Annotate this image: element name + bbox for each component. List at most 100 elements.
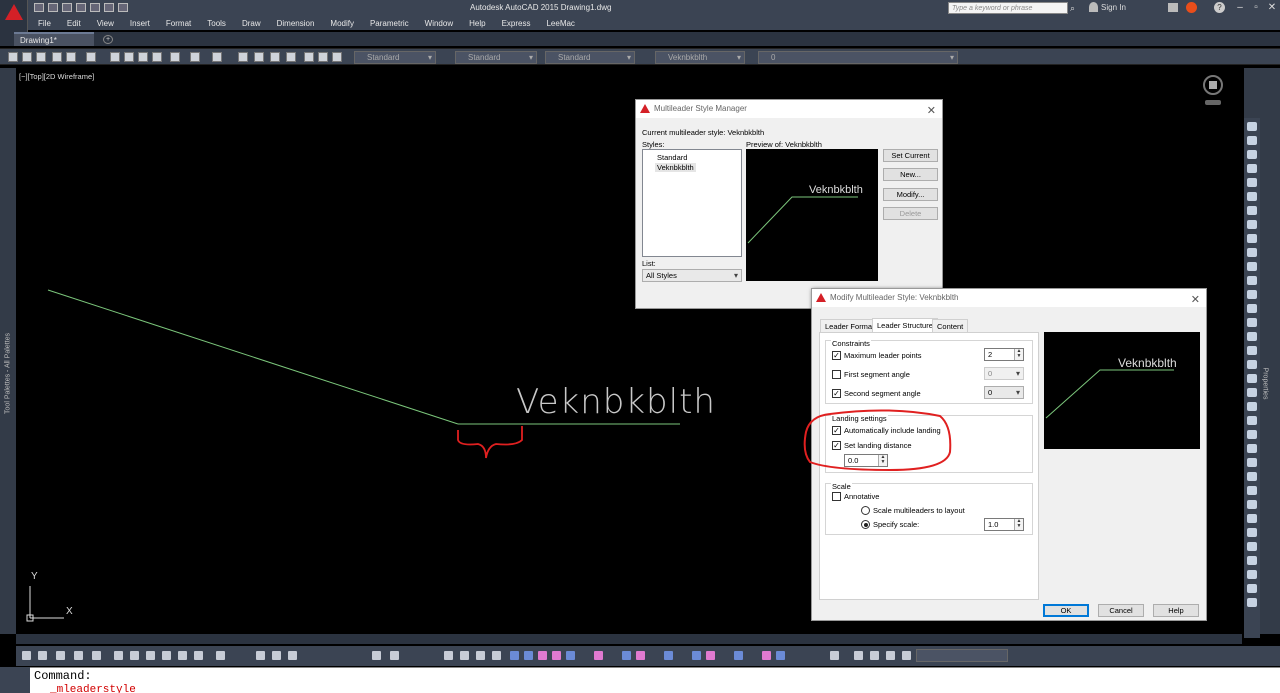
draw-tool-icon[interactable] [1247, 542, 1257, 551]
publish-icon[interactable] [86, 52, 96, 62]
redo-icon[interactable] [118, 3, 128, 12]
status-tool-icon[interactable] [552, 651, 561, 660]
application-menu-button[interactable] [0, 0, 28, 32]
status-tool-icon[interactable] [38, 651, 47, 660]
specify-scale-radio[interactable] [861, 520, 870, 529]
status-tool-icon[interactable] [216, 651, 225, 660]
draw-tool-icon[interactable] [1247, 416, 1257, 425]
status-tool-icon[interactable] [762, 651, 771, 660]
menu-tools[interactable]: Tools [207, 19, 226, 28]
draw-tool-icon[interactable] [1247, 458, 1257, 467]
draw-tool-icon[interactable] [1247, 444, 1257, 453]
status-tool-icon[interactable] [692, 651, 701, 660]
zoom-window-icon[interactable] [270, 52, 280, 62]
open-icon[interactable] [22, 52, 32, 62]
viewcube-icon[interactable] [1202, 74, 1224, 106]
horizontal-scrollbar[interactable] [16, 634, 1242, 644]
draw-tool-icon[interactable] [1247, 472, 1257, 481]
draw-tool-icon[interactable] [1247, 290, 1257, 299]
draw-tool-icon[interactable] [1247, 584, 1257, 593]
pan-icon[interactable] [238, 52, 248, 62]
status-tool-icon[interactable] [902, 651, 911, 660]
status-tool-icon[interactable] [92, 651, 101, 660]
draw-tool-icon[interactable] [1247, 556, 1257, 565]
status-tool-icon[interactable] [114, 651, 123, 660]
status-tool-icon[interactable] [56, 651, 65, 660]
first-angle-checkbox[interactable] [832, 370, 841, 379]
style-item-veknbkblth[interactable]: Veknbkblth [655, 163, 696, 172]
set-current-button[interactable]: Set Current [883, 149, 938, 162]
max-points-checkbox[interactable]: ✓ [832, 351, 841, 360]
menu-modify[interactable]: Modify [330, 19, 354, 28]
copy-icon[interactable] [124, 52, 134, 62]
table-style-dropdown[interactable]: Standard [545, 51, 635, 64]
status-tool-icon[interactable] [538, 651, 547, 660]
draw-tool-icon[interactable] [1247, 122, 1257, 131]
draw-tool-icon[interactable] [1247, 402, 1257, 411]
draw-tool-icon[interactable] [1247, 136, 1257, 145]
tab-leader-structure[interactable]: Leader Structure [872, 318, 938, 333]
redo-icon[interactable] [212, 52, 222, 62]
multileader-text[interactable]: Veknbkblth [516, 382, 716, 422]
new-icon[interactable] [34, 3, 44, 12]
status-tool-icon[interactable] [22, 651, 31, 660]
draw-tool-icon[interactable] [1247, 206, 1257, 215]
menu-view[interactable]: View [97, 19, 114, 28]
status-tool-icon[interactable] [636, 651, 645, 660]
draw-tool-icon[interactable] [1247, 486, 1257, 495]
style-item-standard[interactable]: Standard [657, 153, 687, 162]
zoom-icon[interactable] [254, 52, 264, 62]
search-input[interactable]: Type a keyword or phrase [948, 2, 1068, 14]
menu-format[interactable]: Format [166, 19, 191, 28]
zoom-previous-icon[interactable] [286, 52, 296, 62]
match-properties-icon[interactable] [152, 52, 162, 62]
draw-tool-icon[interactable] [1247, 164, 1257, 173]
status-tool-icon[interactable] [664, 651, 673, 660]
new-icon[interactable] [8, 52, 18, 62]
draw-tool-icon[interactable] [1247, 276, 1257, 285]
menu-insert[interactable]: Insert [130, 19, 150, 28]
first-angle-dropdown[interactable]: 0 [984, 367, 1024, 380]
menu-leemac[interactable]: LeeMac [546, 19, 574, 28]
menu-parametric[interactable]: Parametric [370, 19, 409, 28]
menu-help[interactable]: Help [469, 19, 485, 28]
status-dropdown[interactable] [916, 649, 1008, 662]
draw-tool-icon[interactable] [1247, 430, 1257, 439]
autodesk-360-icon[interactable] [1186, 2, 1197, 13]
draw-tool-icon[interactable] [1247, 570, 1257, 579]
draw-tool-icon[interactable] [1247, 178, 1257, 187]
max-points-stepper[interactable]: 2 ▲ ▼ [984, 348, 1024, 361]
draw-tool-icon[interactable] [1247, 528, 1257, 537]
cancel-button[interactable]: Cancel [1098, 604, 1144, 617]
spinner-arrows-icon[interactable]: ▲ ▼ [1014, 519, 1023, 530]
block-editor-icon[interactable] [170, 52, 180, 62]
status-tool-icon[interactable] [706, 651, 715, 660]
status-tool-icon[interactable] [444, 651, 453, 660]
sign-in-button[interactable]: Sign In [1101, 3, 1126, 12]
tab-leader-format[interactable]: Leader Format [820, 319, 880, 333]
tab-content[interactable]: Content [932, 319, 969, 333]
draw-tool-icon[interactable] [1247, 374, 1257, 383]
list-filter-dropdown[interactable]: All Styles [642, 269, 742, 282]
delete-style-button[interactable]: Delete [883, 207, 938, 220]
draw-tool-icon[interactable] [1247, 318, 1257, 327]
scale-value-stepper[interactable]: 1.0 ▲ ▼ [984, 518, 1024, 531]
design-center-icon[interactable] [318, 52, 328, 62]
status-tool-icon[interactable] [130, 651, 139, 660]
status-tool-icon[interactable] [830, 651, 839, 660]
close-icon[interactable]: ✕ [1191, 291, 1200, 309]
status-tool-icon[interactable] [256, 651, 265, 660]
status-tool-icon[interactable] [870, 651, 879, 660]
status-tool-icon[interactable] [510, 651, 519, 660]
modify-style-button[interactable]: Modify... [883, 188, 938, 201]
status-tool-icon[interactable] [524, 651, 533, 660]
new-style-button[interactable]: New... [883, 168, 938, 181]
status-tool-icon[interactable] [390, 651, 399, 660]
close-button[interactable]: ✕ [1264, 1, 1280, 15]
status-tool-icon[interactable] [594, 651, 603, 660]
exchange-icon[interactable] [1168, 3, 1178, 12]
draw-tool-icon[interactable] [1247, 304, 1257, 313]
status-tool-icon[interactable] [288, 651, 297, 660]
second-angle-checkbox[interactable]: ✓ [832, 389, 841, 398]
menu-edit[interactable]: Edit [67, 19, 81, 28]
